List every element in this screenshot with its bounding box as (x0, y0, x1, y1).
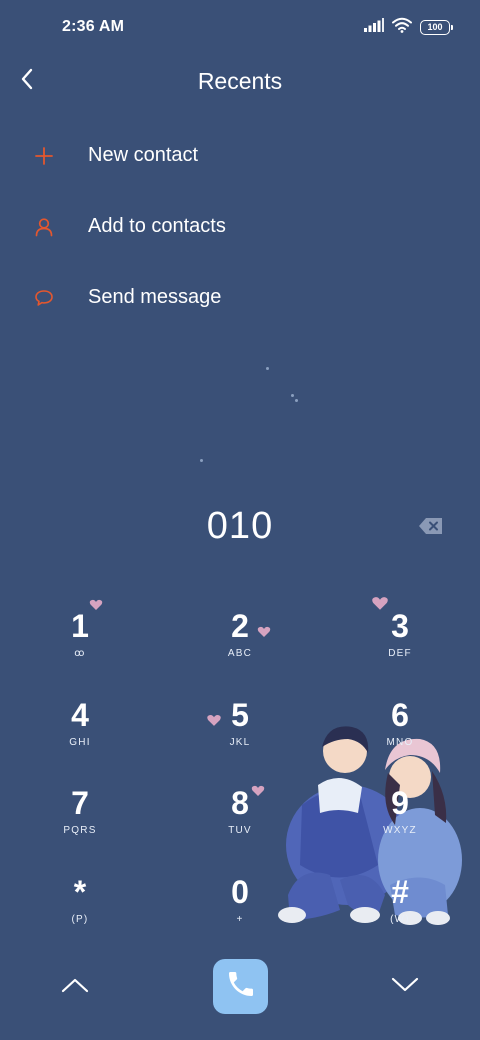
heart-icon (89, 599, 103, 610)
person-icon (30, 213, 58, 241)
phone-icon (225, 968, 257, 1005)
key-digit: * (73, 874, 87, 910)
key-0[interactable]: 0 + (180, 872, 300, 952)
key-digit: 0 (231, 874, 249, 910)
expand-button[interactable] (385, 967, 425, 1007)
key-digit: 8 (231, 785, 249, 821)
key-letters: MNO (386, 737, 414, 748)
send-message-label: Send message (88, 286, 222, 308)
header: Recents (0, 56, 480, 108)
particle-dot (295, 399, 298, 402)
key-star[interactable]: * (P) (20, 872, 140, 952)
add-to-contacts-label: Add to contacts (88, 215, 226, 237)
new-contact-label: New contact (88, 144, 199, 166)
key-2[interactable]: 2 ABC (180, 606, 300, 686)
key-5[interactable]: 5 JKL (180, 695, 300, 775)
page-title: Recents (197, 68, 283, 94)
particle-dot (200, 459, 203, 462)
key-digit: 1 (71, 608, 89, 644)
key-letters: (P) (71, 914, 89, 925)
particle-dot (291, 394, 294, 397)
particle-dot (266, 367, 269, 370)
key-letters: + (236, 914, 244, 925)
key-letters: JKL (229, 737, 251, 748)
key-letters: PQRS (63, 825, 97, 836)
key-9[interactable]: 9 WXYZ (340, 783, 460, 863)
heart-icon (372, 597, 388, 610)
key-digit: 9 (391, 785, 409, 821)
key-digit: 3 (391, 608, 409, 644)
collapse-keypad-button[interactable] (55, 967, 95, 1007)
key-6[interactable]: 6 MNO (340, 695, 460, 775)
battery-icon: 100 (420, 20, 453, 35)
call-button[interactable] (213, 959, 268, 1014)
status-icons: 100 (364, 17, 453, 38)
wifi-icon (392, 17, 412, 38)
send-message-item[interactable]: Send message (0, 262, 480, 333)
key-letters: TUV (228, 825, 252, 836)
bottom-bar (0, 955, 480, 1025)
voicemail-icon: ꝏ (74, 648, 86, 659)
backspace-icon (418, 518, 444, 540)
key-digit: 2 (231, 608, 249, 644)
key-letters: (W) (390, 914, 410, 925)
message-bubble-icon (30, 284, 58, 312)
chevron-up-icon (60, 976, 90, 999)
key-1[interactable]: 1 ꝏ (20, 606, 140, 686)
chevron-down-icon (390, 976, 420, 999)
key-digit: # (391, 874, 409, 910)
signal-icon (364, 18, 384, 37)
new-contact-item[interactable]: New contact (0, 120, 480, 191)
key-7[interactable]: 7 PQRS (20, 783, 140, 863)
key-digit: 7 (71, 785, 89, 821)
key-letters: DEF (388, 648, 412, 659)
key-4[interactable]: 4 GHI (20, 695, 140, 775)
key-3[interactable]: 3 DEF (340, 606, 460, 686)
heart-icon (257, 626, 271, 637)
add-to-contacts-item[interactable]: Add to contacts (0, 191, 480, 262)
key-hash[interactable]: # (W) (340, 872, 460, 952)
action-menu: New contact Add to contacts Send message (0, 120, 480, 333)
status-bar: 2:36 AM 100 (0, 0, 480, 56)
dialed-number: 010 (206, 505, 274, 547)
key-letters: GHI (69, 737, 91, 748)
key-letters: WXYZ (383, 825, 417, 836)
key-digit: 4 (71, 697, 89, 733)
heart-icon (251, 785, 265, 796)
key-letters: ABC (227, 648, 253, 659)
delete-button[interactable] (418, 516, 444, 536)
key-8[interactable]: 8 TUV (180, 783, 300, 863)
key-digit: 5 (231, 697, 249, 733)
dialer-screen: 2:36 AM 100 Recents New contact Add to c… (0, 0, 480, 1040)
status-time: 2:36 AM (62, 18, 125, 35)
plus-icon (30, 142, 58, 170)
heart-icon (207, 714, 221, 726)
key-digit: 6 (391, 697, 409, 733)
